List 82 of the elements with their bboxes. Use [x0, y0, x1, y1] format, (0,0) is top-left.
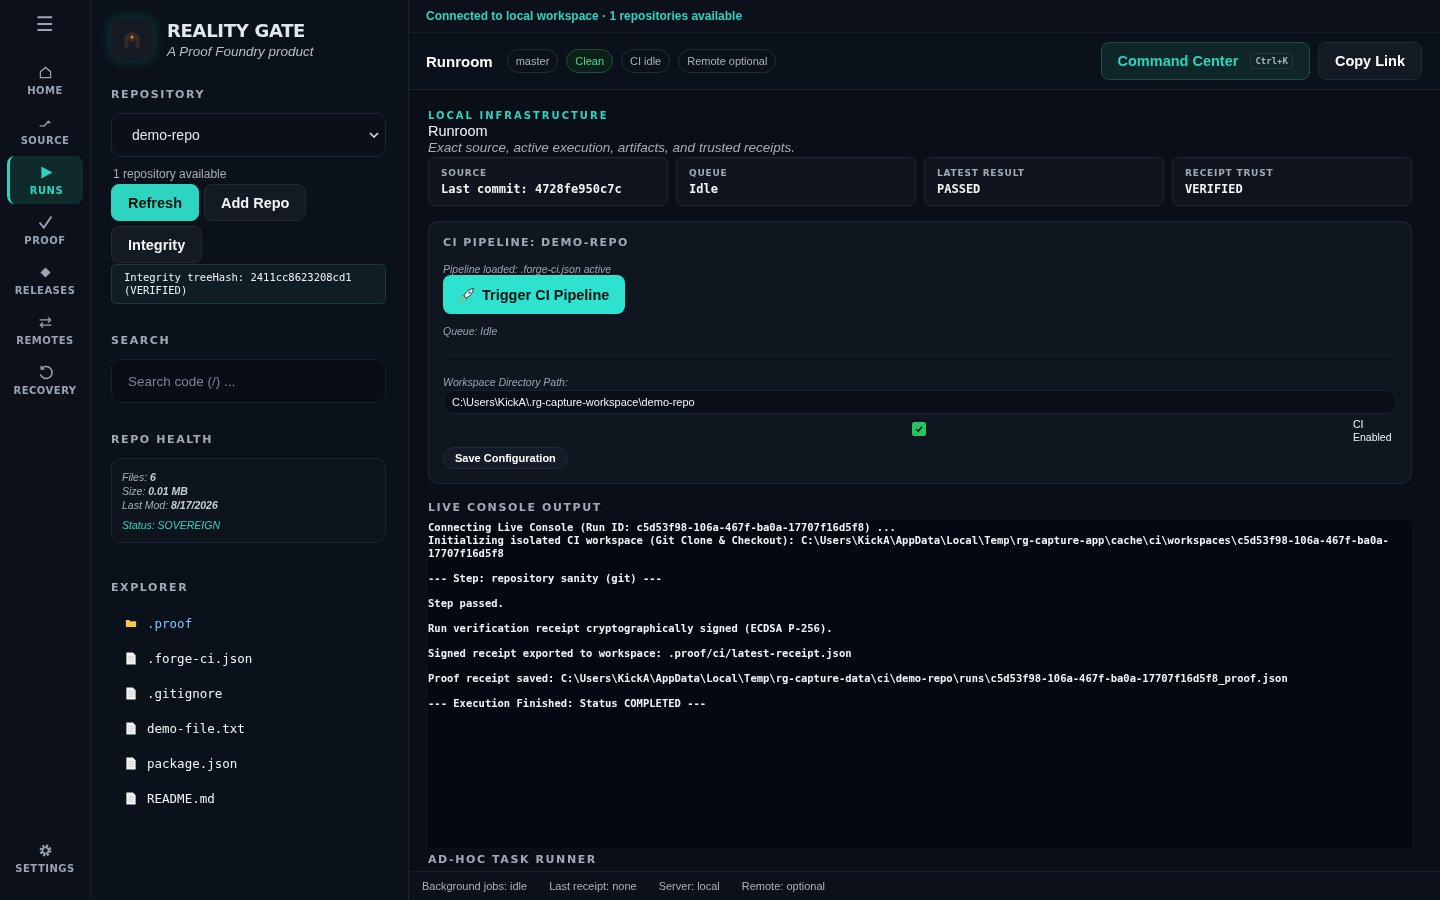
- file-icon: [125, 721, 137, 735]
- connection-banner: Connected to local workspace · 1 repositories available: [409, 0, 1440, 33]
- check-icon: [914, 424, 924, 434]
- checkbox-label: CI Enabled: [1353, 418, 1393, 444]
- section-heading: REPOSITORY: [111, 88, 206, 101]
- file-tree-item[interactable]: README.md: [125, 789, 253, 807]
- logo-icon: [111, 18, 153, 60]
- command-center-button[interactable]: Command Center Ctrl+K: [1100, 42, 1310, 80]
- nav-item[interactable]: RUNS: [7, 156, 83, 204]
- stat-value: VERIFIED: [1185, 182, 1244, 196]
- path-field[interactable]: C:\Users\KickA\.rg-capture-workspace\demo-repo: [443, 390, 1397, 414]
- file-icon: [125, 651, 137, 665]
- nav-item[interactable]: PROOF: [7, 206, 83, 254]
- repository-count: 1 repository available: [113, 167, 227, 181]
- section-heading: LIVE CONSOLE OUTPUT: [428, 501, 602, 514]
- file-tree-item[interactable]: demo-file.txt: [125, 719, 253, 737]
- console-line: Initializing isolated CI workspace (Git Clone & Checkout): C:\Users\KickA\AppData\Local\Temp\rg-capture-app\cache\ci\workspaces\c5d53f98-106a-467f-ba0a-17707f16d5f8: [428, 534, 1390, 560]
- eyebrow-label: LOCAL INFRASTRUCTURE: [428, 110, 609, 121]
- section-heading: AD-HOC TASK RUNNER: [428, 853, 597, 866]
- file-icon: [125, 686, 137, 700]
- section-heading: EXPLORER: [111, 581, 189, 594]
- section-title: Runroom: [428, 123, 488, 139]
- integrity-result: Integrity treeHash: 2411cc8623208cd1 (VERIFIED): [111, 264, 386, 304]
- copy-link-button[interactable]: Copy Link: [1317, 42, 1422, 80]
- caret-icon: [369, 132, 379, 138]
- stat-label: QUEUE: [689, 168, 729, 178]
- app-title: REALITY GATE: [167, 19, 307, 41]
- health-stat: Size: 0.01 MB: [122, 484, 189, 498]
- stat-value: PASSED: [937, 182, 982, 196]
- status-chip: Clean: [566, 49, 614, 73]
- section-heading: SEARCH: [111, 334, 171, 347]
- page-title: Runroom: [426, 52, 493, 70]
- ci-enabled-checkbox[interactable]: [912, 422, 926, 436]
- search-field[interactable]: Search code (/) ...: [111, 359, 386, 403]
- file-icon: [125, 756, 137, 770]
- console-line: Step passed.: [428, 597, 505, 610]
- file-tree-item[interactable]: .proof: [125, 614, 253, 632]
- console-line: --- Execution Finished: Status COMPLETED ---: [428, 697, 708, 710]
- stat-value: Last commit: 4728fe950c7c: [441, 182, 623, 196]
- console-line: --- Step: repository sanity (git) ---: [428, 572, 663, 585]
- file-tree-item[interactable]: package.json: [125, 754, 253, 772]
- action-button[interactable]: Add Repo: [204, 184, 307, 221]
- repository-select[interactable]: demo-repo: [111, 113, 386, 157]
- file-icon: [125, 791, 137, 805]
- console-line: Signed receipt exported to workspace: .proof/ci/latest-receipt.json: [428, 647, 853, 660]
- pipeline-note: Pipeline loaded: .forge-ci.json active: [443, 263, 612, 275]
- nav-item[interactable]: RECOVERY: [7, 356, 83, 404]
- rocket-icon: [459, 286, 475, 303]
- file-tree-item[interactable]: .gitignore: [125, 684, 253, 702]
- console-line: Proof receipt saved: C:\Users\KickA\AppData\Local\Temp\rg-capture-data\ci\demo-repo\runs\c5d53f98-106a-467f-ba0a-17707f16d5f8_proof.json: [428, 672, 1289, 685]
- check-icon: [36, 214, 54, 231]
- section-heading: REPO HEALTH: [111, 433, 213, 446]
- status-item: Server: local: [658, 880, 720, 892]
- app-subtitle: A Proof Foundry product: [167, 43, 314, 59]
- queue-note: Queue: Idle: [443, 325, 498, 337]
- save-configuration-button[interactable]: Save Configuration: [443, 447, 568, 469]
- play-icon: [38, 164, 55, 181]
- nav-item[interactable]: RELEASES: [7, 256, 83, 304]
- trigger-button[interactable]: Trigger CI Pipeline: [443, 275, 626, 314]
- nav-item[interactable]: SOURCE: [7, 106, 83, 154]
- stat-label: RECEIPT TRUST: [1185, 168, 1275, 178]
- card-heading: CI PIPELINE: DEMO-REPO: [443, 236, 629, 249]
- stat-label: SOURCE: [441, 168, 488, 178]
- console-line: Connecting Live Console (Run ID: c5d53f98-106a-467f-ba0a-17707f16d5f8) ...: [428, 521, 897, 534]
- status-item: Background jobs: idle: [422, 880, 528, 892]
- section-subtitle: Exact source, active execution, artifacts, and trusted receipts.: [428, 140, 795, 155]
- action-button[interactable]: Refresh: [111, 184, 199, 221]
- health-status: Status: SOVEREIGN: [122, 518, 222, 532]
- field-label: Workspace Directory Path:: [443, 376, 568, 388]
- stat-value: Idle: [689, 182, 719, 196]
- nav-item[interactable]: REMOTES: [7, 306, 83, 354]
- health-stat: Files: 6: [122, 470, 157, 484]
- action-button[interactable]: Integrity: [111, 226, 203, 263]
- console-line: Run verification receipt cryptographically signed (ECDSA P-256).: [428, 622, 834, 635]
- file-tree-item[interactable]: .forge-ci.json: [125, 649, 253, 667]
- settings-nav-item[interactable]: SETTINGS: [7, 834, 83, 882]
- status-item: Last receipt: none: [549, 880, 637, 892]
- nav-item[interactable]: HOME: [7, 56, 83, 104]
- health-stat: Last Mod: 8/17/2026: [122, 498, 219, 512]
- status-item: Remote: optional: [741, 880, 825, 892]
- menu-icon[interactable]: ☰: [36, 14, 54, 34]
- stat-label: LATEST RESULT: [937, 168, 1026, 178]
